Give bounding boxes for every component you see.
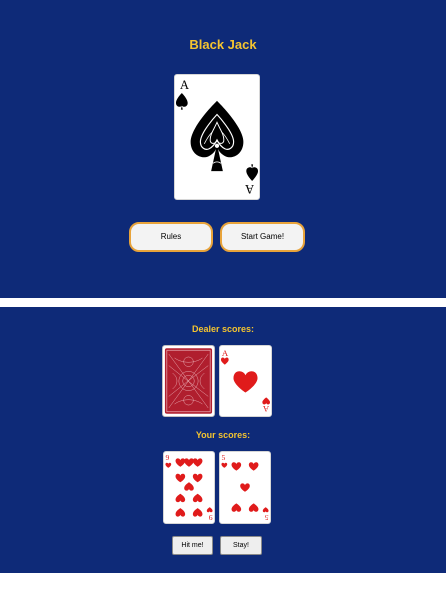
hero-rank-top: A: [180, 78, 190, 92]
heart-pip-icon: [165, 462, 172, 468]
dealer-ace-of-hearts-card: A A: [219, 345, 272, 417]
nine-rank-bottom: 9: [209, 513, 213, 522]
stay-button[interactable]: Stay!: [220, 536, 262, 555]
five-heart-pips: [231, 462, 259, 512]
five-rank-top: 5: [221, 453, 225, 462]
game-panel: Dealer scores: A A Your scores: 9 9 5 5 …: [0, 307, 446, 573]
large-spade-icon: [190, 100, 244, 172]
spade-pip-top-icon: [175, 93, 188, 110]
hero-rank-bottom: A: [244, 182, 254, 196]
game-title: Black Jack: [189, 37, 257, 52]
large-heart-icon: [233, 371, 258, 393]
heart-pip-icon: [221, 462, 228, 468]
ace-of-spades-face: A A: [175, 78, 259, 196]
five-of-hearts-face: 5 5: [221, 453, 269, 522]
dealer-ace-rank-top: A: [222, 348, 229, 358]
player-score-label: Your scores:: [195, 430, 251, 440]
spade-pip-bottom-icon: [246, 164, 259, 181]
ace-of-hearts-face: A A: [220, 348, 271, 414]
start-game-button[interactable]: Start Game!: [220, 222, 305, 252]
heart-pip-bottom-icon: [262, 397, 271, 405]
hit-me-button[interactable]: Hit me!: [172, 536, 213, 555]
dealer-ace-rank-bottom: A: [262, 404, 269, 414]
nine-heart-pips: [175, 458, 203, 517]
hero-ace-of-spades-card: A A: [174, 74, 260, 200]
player-nine-of-hearts-card: 9 9: [163, 451, 215, 524]
nine-of-hearts-face: 9 9: [165, 453, 213, 522]
heart-pip-top-icon: [220, 357, 229, 365]
nine-rank-top: 9: [165, 453, 169, 462]
rules-button[interactable]: Rules: [129, 222, 213, 252]
five-rank-bottom: 5: [265, 513, 269, 522]
intro-panel: Black Jack A A Rules Start Game!: [0, 0, 446, 298]
card-back-pattern: [164, 348, 213, 414]
dealer-score-label: Dealer scores:: [191, 324, 255, 334]
dealer-card-face-down: [162, 345, 215, 417]
player-five-of-hearts-card: 5 5: [219, 451, 271, 524]
